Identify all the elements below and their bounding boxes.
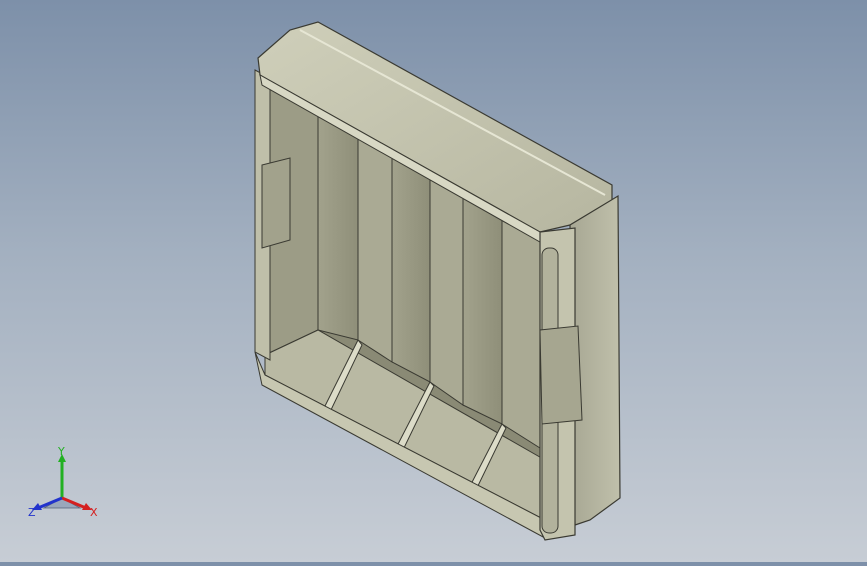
right-clip — [539, 325, 583, 425]
axis-triad: Y X Z — [24, 445, 104, 526]
y-axis-label: Y — [57, 446, 65, 458]
slot-panel-3 — [462, 191, 503, 425]
divider-2 — [429, 171, 464, 406]
slot-panel-2 — [391, 149, 431, 383]
left-post-notch-top — [261, 157, 291, 249]
divider-1 — [357, 129, 393, 363]
slot-panel-1 — [317, 107, 359, 341]
graphics-viewport[interactable] — [0, 0, 867, 562]
divider-3 — [501, 213, 541, 449]
z-axis-label: Z — [28, 506, 36, 519]
x-axis-label: X — [90, 506, 98, 519]
tray-model[interactable] — [0, 0, 867, 562]
